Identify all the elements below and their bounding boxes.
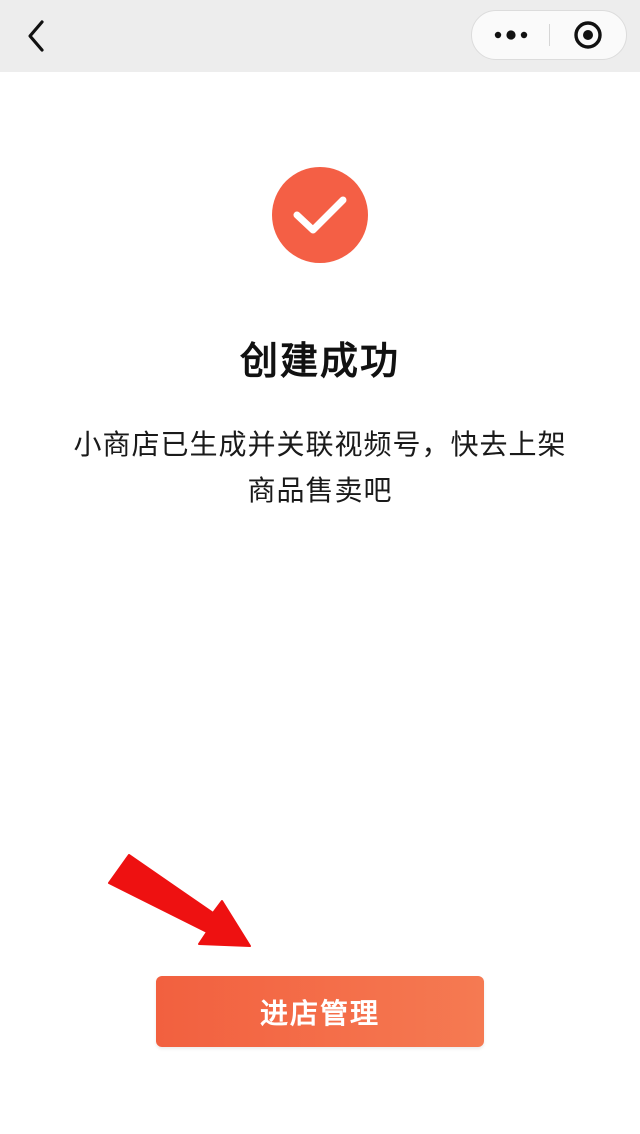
- enter-store-management-button[interactable]: 进店管理: [156, 976, 484, 1047]
- description-line-1: 小商店已生成并关联视频号，快去上架: [73, 428, 567, 461]
- close-mini-program-button[interactable]: [550, 11, 626, 59]
- mini-program-capsule: [471, 10, 627, 60]
- top-navigation-bar: [0, 0, 640, 72]
- back-button[interactable]: [14, 14, 58, 58]
- target-circle-icon: [574, 21, 602, 49]
- annotation-arrow-icon: [108, 854, 251, 947]
- more-menu-button[interactable]: [472, 11, 549, 59]
- success-description: 小商店已生成并关联视频号，快去上架 商品售卖吧: [60, 422, 580, 514]
- description-line-2: 商品售卖吧: [247, 474, 393, 507]
- chevron-left-icon: [28, 20, 44, 52]
- page-title: 创建成功: [239, 339, 400, 383]
- success-badge: [272, 167, 368, 263]
- more-dots-icon: [494, 30, 527, 40]
- check-icon: [293, 196, 347, 234]
